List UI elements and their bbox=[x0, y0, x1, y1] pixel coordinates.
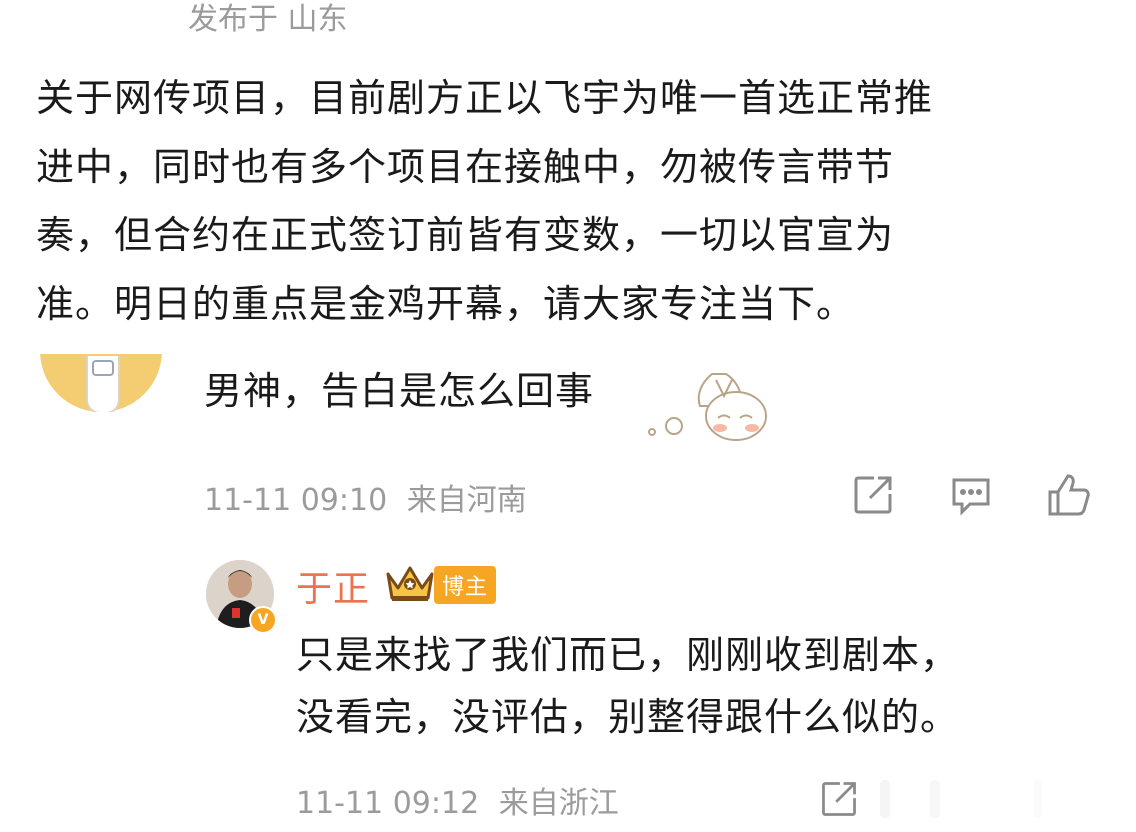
post-line: 准。明日的重点是金鸡开幕，请大家专注当下。 bbox=[36, 281, 856, 326]
published-location: 发布于 山东 bbox=[188, 2, 348, 37]
comment-icon[interactable] bbox=[948, 472, 994, 518]
reply-time: 11-11 09:12 bbox=[296, 786, 480, 821]
comment-text: 男神，告白是怎么回事 bbox=[204, 369, 595, 413]
post-line: 关于网传项目，目前剧方正以飞宇为唯一首选正常推 bbox=[36, 76, 934, 120]
bottom-fade-overlay bbox=[870, 770, 1136, 832]
comment-location: 来自河南 bbox=[406, 483, 527, 518]
post-line: 进中，同时也有多个项目在接触中，勿被传言带节 bbox=[36, 144, 895, 189]
reply-location: 来自浙江 bbox=[498, 786, 619, 821]
verified-v-icon: V bbox=[249, 606, 277, 634]
share-icon[interactable] bbox=[818, 778, 860, 820]
shy-sticker-icon bbox=[648, 373, 767, 441]
comment-time: 11-11 09:10 bbox=[204, 483, 388, 518]
comment-meta: 11-11 09:10 来自河南 bbox=[204, 475, 527, 519]
reply-text: 只是来找了我们而已，刚刚收到剧本， 没看完，没评估，别整得跟什么似的。 bbox=[296, 624, 1096, 748]
blogger-name[interactable]: 于正 bbox=[296, 560, 370, 612]
reply-line: 只是来找了我们而已，刚刚收到剧本， bbox=[296, 633, 960, 677]
blogger-badge: 博主 bbox=[434, 566, 497, 604]
post-body: 关于网传项目，目前剧方正以飞宇为唯一首选正常推 进中，同时也有多个项目在接触中，… bbox=[36, 64, 1116, 338]
reply-line: 没看完，没评估，别整得跟什么似的。 bbox=[296, 695, 960, 739]
share-icon[interactable] bbox=[850, 472, 896, 518]
weibo-comment-screenshot: 发布于 山东 关于网传项目，目前剧方正以飞宇为唯一首选正常推 进中，同时也有多个… bbox=[0, 0, 1136, 832]
commenter-avatar[interactable] bbox=[40, 354, 162, 412]
reply-meta: 11-11 09:12 来自浙江 bbox=[296, 778, 619, 822]
like-icon[interactable] bbox=[1046, 472, 1092, 518]
post-line: 奏，但合约在正式签订前皆有变数，一切以官宣为 bbox=[36, 213, 895, 257]
crown-icon bbox=[386, 566, 434, 601]
